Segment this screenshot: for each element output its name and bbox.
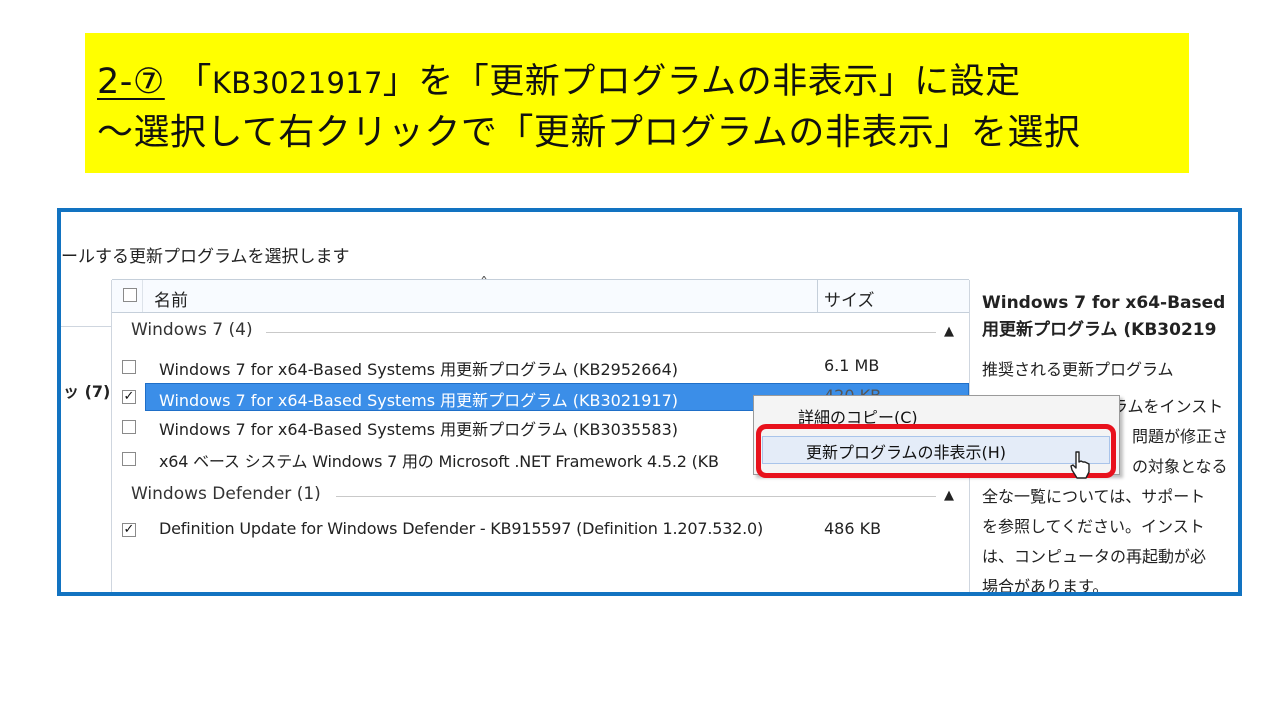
update-checkbox[interactable]: [122, 420, 136, 434]
update-checkbox-checked[interactable]: ✓: [122, 523, 136, 537]
update-checkbox[interactable]: [122, 452, 136, 466]
update-name[interactable]: Windows 7 for x64-Based Systems 用更新プログラム…: [159, 416, 678, 440]
header-divider: [142, 280, 143, 312]
kb-code: KB3021917: [211, 66, 383, 100]
update-size: 486 KB: [824, 519, 882, 538]
detail-line: 場合があります。: [982, 577, 1109, 596]
quote-open: 「: [176, 62, 212, 102]
update-name[interactable]: Windows 7 for x64-Based Systems 用更新プログラム…: [159, 387, 678, 411]
step-number: 2-⑦: [97, 62, 165, 102]
update-name[interactable]: x64 ベース システム Windows 7 用の Microsoft .NET…: [159, 448, 719, 472]
column-separator[interactable]: [817, 280, 818, 312]
group-header-defender[interactable]: Windows Defender (1): [131, 484, 321, 504]
column-name-header[interactable]: 名前: [154, 286, 188, 311]
detail-title: Windows 7 for x64-Based 用更新プログラム (KB3021…: [982, 290, 1225, 344]
group-header-windows7[interactable]: Windows 7 (4): [131, 320, 253, 340]
red-highlight-box: [756, 424, 1116, 478]
detail-title-line-2: 用更新プログラム (KB30219: [982, 320, 1217, 340]
group-rule: [336, 496, 936, 497]
column-size-header[interactable]: サイズ: [824, 286, 875, 311]
collapse-caret-icon[interactable]: ▲: [944, 324, 954, 339]
column-header: ˆ 名前 サイズ: [112, 274, 969, 313]
title-line-1: 2-⑦ 「KB3021917」を「更新プログラムの非表示」に設定: [97, 53, 1021, 104]
update-size: 6.1 MB: [824, 356, 880, 375]
left-category-count[interactable]: ッ (7): [63, 378, 110, 402]
detail-type: 推奨される更新プログラム: [982, 360, 1174, 379]
title-line-1-rest: 」を「更新プログラムの非表示」に設定: [382, 62, 1021, 102]
title-line-2: ～選択して右クリックで「更新プログラムの非表示」を選択: [97, 112, 1081, 153]
windows-update-screenshot: ールする更新プログラムを選択します ッ (7) ˆ 名前 サイズ Windows…: [57, 208, 1242, 596]
update-checkbox-checked[interactable]: ✓: [122, 390, 136, 404]
collapse-caret-icon[interactable]: ▲: [944, 488, 954, 503]
title-banner: 2-⑦ 「KB3021917」を「更新プログラムの非表示」に設定 ～選択して右ク…: [85, 33, 1189, 173]
detail-title-line-1: Windows 7 for x64-Based: [982, 293, 1226, 313]
sort-caret-icon: ˆ: [480, 274, 488, 293]
update-name[interactable]: Windows 7 for x64-Based Systems 用更新プログラム…: [159, 356, 678, 380]
detail-line: は、コンピュータの再起動が必: [982, 547, 1207, 566]
select-all-checkbox[interactable]: [123, 288, 137, 302]
detail-line: 全な一覧については、サポート: [982, 487, 1206, 506]
detail-line: を参照してください。インスト: [982, 517, 1205, 536]
left-pane-divider: [61, 326, 111, 327]
hand-cursor-icon: [1070, 451, 1090, 479]
update-name[interactable]: Definition Update for Windows Defender -…: [159, 519, 763, 538]
group-rule: [266, 332, 936, 333]
left-category-pane: [61, 280, 112, 592]
window-heading: ールする更新プログラムを選択します: [61, 247, 350, 267]
update-checkbox[interactable]: [122, 360, 136, 374]
